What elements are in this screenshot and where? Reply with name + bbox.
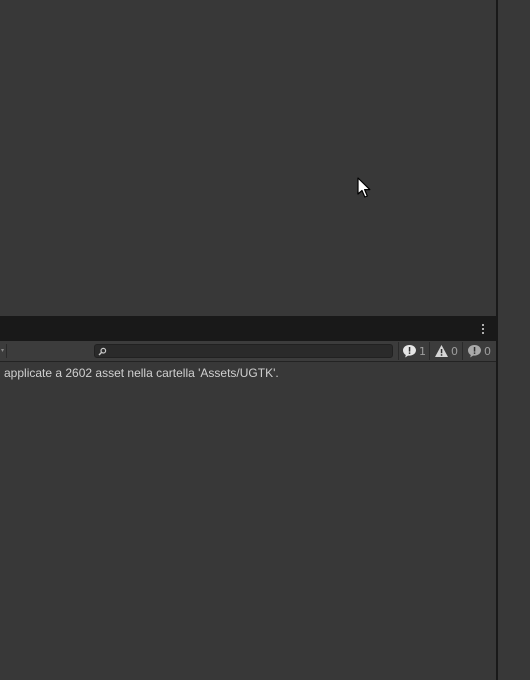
toolbar-dropdown[interactable]: ▾ [0, 344, 7, 358]
kebab-menu-icon[interactable] [476, 321, 490, 337]
inspector-pane [497, 0, 530, 680]
warning-count: 0 [451, 344, 458, 358]
log-entry[interactable]: applicate a 2602 asset nella cartella 'A… [4, 366, 279, 380]
console-toolbar: ▾ 1 0 0 [0, 341, 496, 362]
scene-view-pane[interactable] [0, 0, 497, 316]
warning-count-toggle[interactable]: 0 [429, 342, 464, 360]
mouse-pointer-icon [356, 177, 372, 203]
error-count: 0 [484, 344, 491, 358]
console-tab-bar [0, 316, 496, 341]
info-count-toggle[interactable]: 1 [398, 342, 430, 360]
search-icon [98, 347, 107, 356]
info-count: 1 [419, 344, 426, 358]
info-icon [403, 345, 416, 358]
error-icon [468, 345, 481, 358]
chevron-down-icon: ▾ [1, 347, 5, 354]
warning-icon [435, 345, 448, 357]
console-log-list[interactable]: applicate a 2602 asset nella cartella 'A… [0, 362, 496, 680]
error-count-toggle[interactable]: 0 [462, 342, 499, 360]
console-search-input[interactable] [94, 344, 393, 358]
pane-splitter[interactable] [496, 0, 498, 680]
